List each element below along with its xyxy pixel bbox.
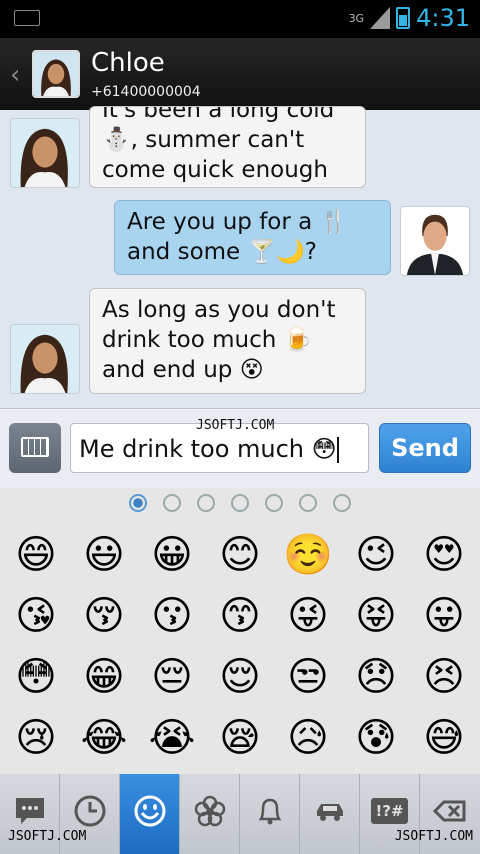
message-line: come quick enough xyxy=(102,157,328,183)
page-dot-6[interactable] xyxy=(299,494,317,512)
symbols-icon: !?# xyxy=(371,798,408,824)
car-icon xyxy=(316,804,343,821)
message-bubble-incoming[interactable]: It's been a long cold ⛄, summer can't co… xyxy=(89,106,366,188)
send-button[interactable]: Send xyxy=(379,423,471,473)
emoji-key[interactable]: 😄 xyxy=(2,524,70,585)
category-symbols[interactable]: !?# JSOFTJ.COM xyxy=(360,774,473,854)
contact-number: +61400000004 xyxy=(91,84,201,100)
emoji-key[interactable]: 😭 xyxy=(138,707,206,768)
flower-icon xyxy=(194,795,225,827)
emoji-key[interactable]: 😃 xyxy=(70,524,138,585)
conversation-header: ‹ Chloe +61400000004 xyxy=(0,38,480,110)
back-icon[interactable]: ‹ xyxy=(10,60,20,90)
message-bubble-outgoing[interactable]: Are you up for a 🍴 and some 🍸🌙? xyxy=(114,200,391,275)
category-smileys[interactable] xyxy=(120,774,180,854)
notification-icon xyxy=(14,10,40,26)
network-type: 3G xyxy=(348,11,365,25)
message-bubble-incoming[interactable]: As long as you don't drink too much 🍺 an… xyxy=(89,288,366,394)
emoji-key[interactable]: 😅 xyxy=(410,707,478,768)
emoji-category-bar: JSOFTJ.COM !?# JSOFTJ.COM xyxy=(0,774,480,854)
contact-avatar xyxy=(10,118,80,188)
bell-icon xyxy=(258,798,281,825)
page-dot-5[interactable] xyxy=(265,494,283,512)
contact-name: Chloe xyxy=(91,48,165,78)
message-line: and some 🍸🌙? xyxy=(127,239,317,265)
emoji-key[interactable]: 😜 xyxy=(274,585,342,646)
message-line: drink too much 🍺 xyxy=(102,327,313,353)
emoji-page-indicator xyxy=(0,494,480,514)
page-dot-7[interactable] xyxy=(333,494,351,512)
clock: 4:31 xyxy=(416,4,470,32)
message-line: As long as you don't xyxy=(102,297,336,323)
emoji-key[interactable]: 😉 xyxy=(342,524,410,585)
message-line: It's been a long cold xyxy=(102,106,335,123)
emoji-key[interactable]: 😥 xyxy=(274,707,342,768)
contact-avatar[interactable] xyxy=(32,50,80,98)
emoji-key[interactable]: 😘 xyxy=(2,585,70,646)
contact-photo xyxy=(34,52,78,96)
emoji-key[interactable]: 😳 xyxy=(2,646,70,707)
keyboard-toggle-button[interactable] xyxy=(9,423,61,473)
emoji-key[interactable]: 😢 xyxy=(2,707,70,768)
contact-avatar xyxy=(10,324,80,394)
emoji-panel: 😄 😃 😀 😊 ☺️ 😉 😍 😘 😚 😗 😙 😜 😝 😛 😳 😁 😔 😌 😒 😞 😣 😢 😂 😭 😪 😥 😰 😅 xyxy=(0,488,480,774)
page-dot-1[interactable] xyxy=(129,494,147,512)
emoji-key[interactable]: 😝 xyxy=(342,585,410,646)
user-avatar xyxy=(400,206,470,276)
page-dot-2[interactable] xyxy=(163,494,181,512)
chat-bubble-icon xyxy=(15,798,44,824)
emoji-key[interactable]: 😙 xyxy=(206,585,274,646)
emoji-key[interactable]: 😣 xyxy=(410,646,478,707)
category-objects[interactable] xyxy=(240,774,300,854)
keyboard-icon xyxy=(21,437,49,457)
emoji-grid: 😄 😃 😀 😊 ☺️ 😉 😍 😘 😚 😗 😙 😜 😝 😛 😳 😁 😔 😌 😒 😞 😣 😢 😂 😭 😪 😥 😰 😅 xyxy=(0,524,480,768)
signal-icon xyxy=(370,7,391,29)
contact-photo xyxy=(11,119,79,187)
user-photo xyxy=(401,207,469,275)
message-line: Are you up for a 🍴 xyxy=(127,209,349,235)
message-line: ⛄, summer can't xyxy=(102,127,305,153)
emoji-key[interactable]: 😒 xyxy=(274,646,342,707)
emoji-key[interactable]: 😰 xyxy=(342,707,410,768)
emoji-key[interactable]: 😁 xyxy=(70,646,138,707)
battery-icon xyxy=(396,7,411,29)
emoji-key[interactable]: 😌 xyxy=(206,646,274,707)
contact-photo xyxy=(11,325,79,393)
text-caret xyxy=(336,437,339,463)
emoji-key[interactable]: 😪 xyxy=(206,707,274,768)
smiley-icon xyxy=(134,795,165,827)
emoji-key[interactable]: 😍 xyxy=(410,524,478,585)
message-input-text: Me drink too much 😳 xyxy=(79,435,337,463)
category-recent[interactable] xyxy=(60,774,120,854)
category-nature[interactable] xyxy=(180,774,240,854)
emoji-key[interactable]: 😗 xyxy=(138,585,206,646)
message-line: and end up 😵 xyxy=(102,357,264,383)
emoji-key[interactable]: ☺️ xyxy=(274,524,342,585)
status-bar: 3G 4:31 xyxy=(0,0,480,38)
page-dot-3[interactable] xyxy=(197,494,215,512)
clock-icon xyxy=(74,795,105,827)
emoji-key[interactable]: 😊 xyxy=(206,524,274,585)
page-dot-4[interactable] xyxy=(231,494,249,512)
emoji-key[interactable]: 😀 xyxy=(138,524,206,585)
emoji-key[interactable]: 😚 xyxy=(70,585,138,646)
category-places[interactable] xyxy=(300,774,360,854)
emoji-key[interactable]: 😂 xyxy=(70,707,138,768)
watermark: JSOFTJ.COM xyxy=(196,418,275,433)
category-chat-bubble[interactable]: JSOFTJ.COM xyxy=(0,774,86,854)
emoji-key[interactable]: 😞 xyxy=(342,646,410,707)
emoji-key[interactable]: 😛 xyxy=(410,585,478,646)
backspace-button[interactable] xyxy=(420,774,480,854)
emoji-key[interactable]: 😔 xyxy=(138,646,206,707)
backspace-icon xyxy=(433,800,466,822)
